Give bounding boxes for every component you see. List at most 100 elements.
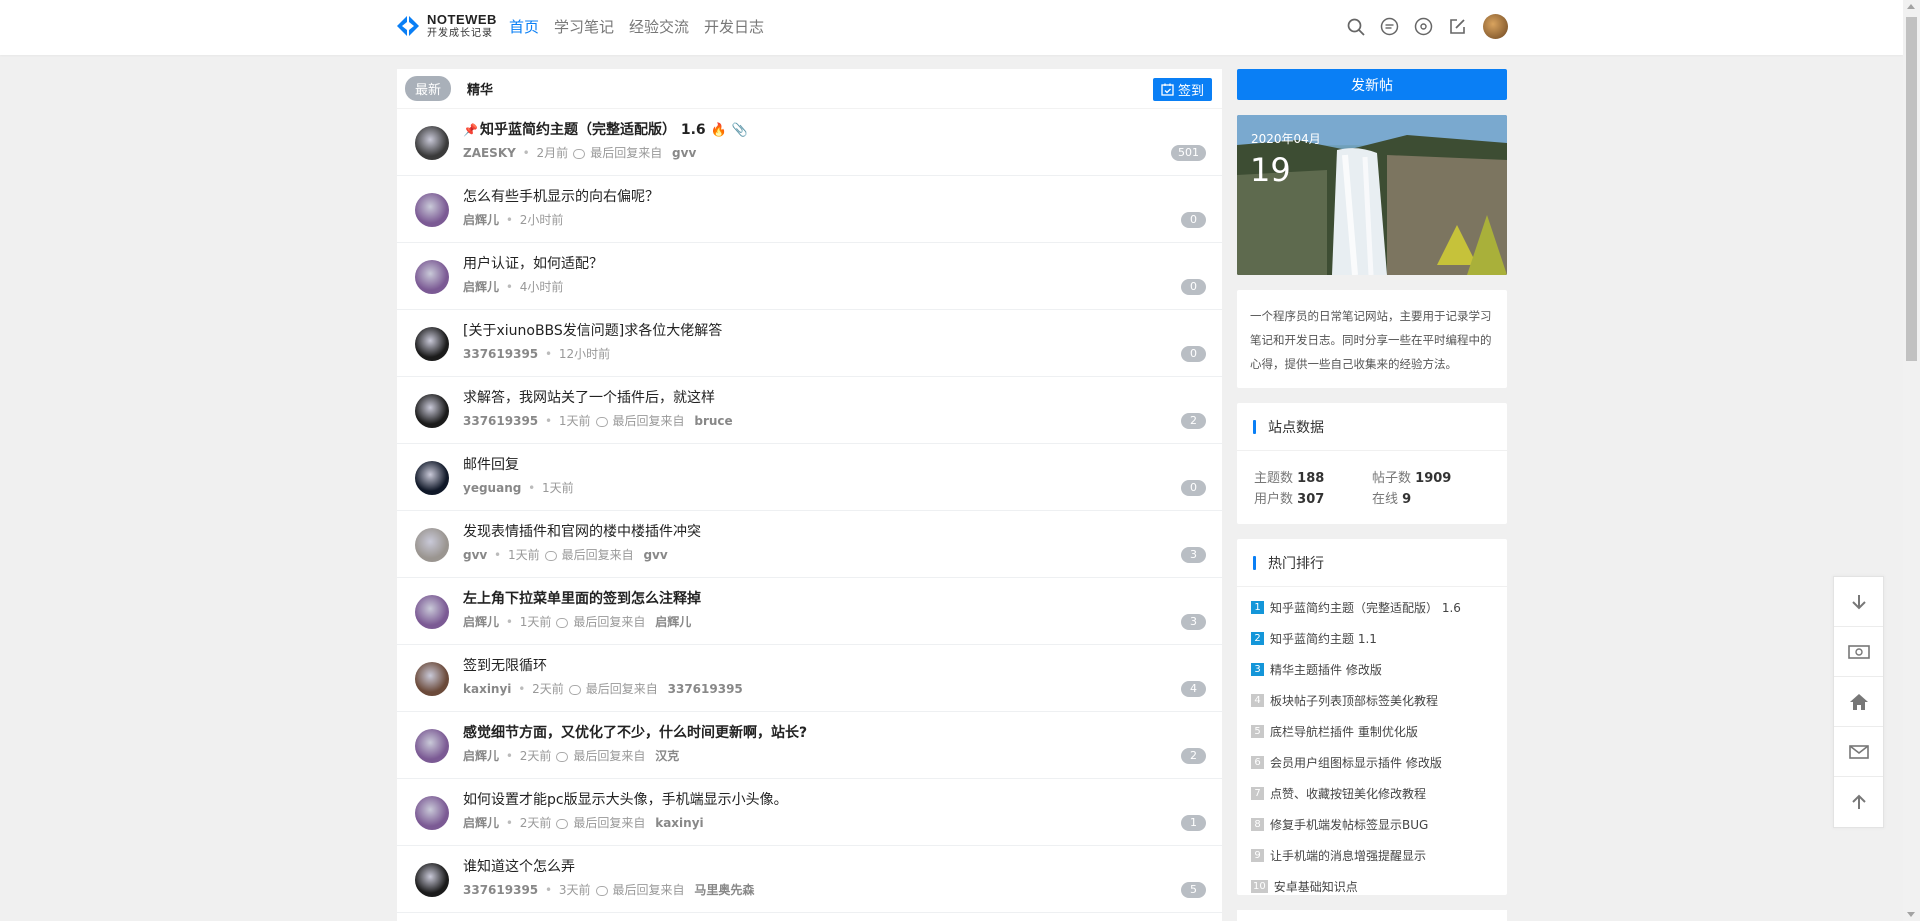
thread-title[interactable]: 签到无限循环 (463, 655, 547, 675)
thread-title[interactable]: 如何设置才能pc版显示大头像，手机端显示小头像。 (463, 789, 788, 809)
thread-row[interactable]: 用户认证，如何适配？ 启辉儿 • 4小时前 0 (397, 243, 1222, 310)
scroll-arrow-down-icon[interactable] (1907, 912, 1915, 917)
mail-icon[interactable] (1834, 727, 1883, 777)
thread-author[interactable]: 337619395 (463, 883, 538, 897)
hot-ranking-card: 热门排行 1 知乎蓝简约主题（完整适配版） 1.6 2 知乎蓝简约主题 1.1 3 精华主… (1237, 539, 1507, 895)
thread-title[interactable]: [关于xiunoBBS发信问题]求各位大佬解答 (463, 320, 722, 340)
reply-bubble-icon (568, 684, 581, 695)
hot-item[interactable]: 9 让手机端的消息增强提醒显示 (1251, 840, 1507, 871)
thread-title[interactable]: 邮件回复 (463, 454, 519, 474)
thread-avatar[interactable] (415, 394, 449, 428)
thread-avatar[interactable] (415, 662, 449, 696)
thread-list: 📌 知乎蓝简约主题（完整适配版） 1.6 🔥 📎 ZAESKY • 2月前 最后回复来… (397, 109, 1222, 913)
thread-avatar[interactable] (415, 126, 449, 160)
thread-avatar[interactable] (415, 595, 449, 629)
hot-item[interactable]: 10 安卓基础知识点 (1251, 871, 1507, 902)
message-icon[interactable] (1379, 16, 1400, 37)
last-reply-user[interactable]: gvv (672, 146, 696, 160)
nav-dev-log[interactable]: 开发日志 (704, 16, 764, 37)
new-post-button[interactable]: 发新帖 (1237, 69, 1507, 100)
home-icon[interactable] (1834, 677, 1883, 727)
thread-row[interactable]: [关于xiunoBBS发信问题]求各位大佬解答 337619395 • 12小时前… (397, 310, 1222, 377)
scroll-down-icon[interactable] (1834, 577, 1883, 627)
user-avatar[interactable] (1483, 14, 1508, 39)
last-reply-user[interactable]: 启辉儿 (655, 613, 691, 630)
compose-icon[interactable] (1447, 16, 1468, 37)
hot-item[interactable]: 6 会员用户组图标显示插件 修改版 (1251, 747, 1507, 778)
thread-avatar[interactable] (415, 327, 449, 361)
thread-row[interactable]: 谁知道这个怎么弄 337619395 • 3天前 最后回复来自 马里奥先森 5 (397, 846, 1222, 913)
thread-title[interactable]: 求解答，我网站关了一个插件后，就这样 (463, 387, 715, 407)
rank-badge: 4 (1251, 694, 1264, 707)
thread-row[interactable]: 邮件回复 yeguang • 1天前 0 (397, 444, 1222, 511)
thread-title[interactable]: 发现表情插件和官网的楼中楼插件冲突 (463, 521, 701, 541)
thread-row[interactable]: 左上角下拉菜单里面的签到怎么注释掉 启辉儿 • 1天前 最后回复来自 启辉儿 3 (397, 578, 1222, 645)
hot-list: 1 知乎蓝简约主题（完整适配版） 1.6 2 知乎蓝简约主题 1.1 3 精华主题插件 修… (1237, 587, 1507, 902)
thread-avatar[interactable] (415, 528, 449, 562)
notification-icon[interactable] (1413, 16, 1434, 37)
thread-avatar[interactable] (415, 193, 449, 227)
thread-author[interactable]: 337619395 (463, 347, 538, 361)
thread-title[interactable]: 感觉细节方面，又优化了不少，什么时间更新啊，站长? (463, 722, 807, 742)
scroll-thumb[interactable] (1906, 17, 1917, 361)
thread-author[interactable]: 启辉儿 (463, 814, 499, 831)
last-reply-user[interactable]: 汉克 (655, 747, 679, 764)
tab-latest[interactable]: 最新 (405, 76, 452, 101)
thread-author[interactable]: 启辉儿 (463, 613, 499, 630)
hot-item[interactable]: 1 知乎蓝简约主题（完整适配版） 1.6 (1251, 592, 1507, 623)
thread-row[interactable]: 如何设置才能pc版显示大头像，手机端显示小头像。 启辉儿 • 2天前 最后回复来自 … (397, 779, 1222, 846)
nav-experience[interactable]: 经验交流 (629, 16, 689, 37)
thread-author[interactable]: 启辉儿 (463, 747, 499, 764)
thread-title[interactable]: 用户认证，如何适配？ (463, 253, 603, 273)
scroll-up-icon[interactable] (1834, 777, 1883, 827)
thread-row[interactable]: 怎么有些手机显示的向右偏呢？ 启辉儿 • 2小时前 0 (397, 176, 1222, 243)
thread-avatar[interactable] (415, 260, 449, 294)
hot-item[interactable]: 3 精华主题插件 修改版 (1251, 654, 1507, 685)
thread-title[interactable]: 📌 知乎蓝简约主题（完整适配版） 1.6 🔥 📎 (463, 119, 748, 139)
thread-avatar[interactable] (415, 729, 449, 763)
hot-item[interactable]: 2 知乎蓝简约主题 1.1 (1251, 623, 1507, 654)
thread-avatar[interactable] (415, 863, 449, 897)
next-card (1237, 910, 1507, 921)
scroll-arrow-up-icon[interactable] (1907, 4, 1915, 9)
thread-author[interactable]: kaxinyi (463, 682, 511, 696)
thread-author[interactable]: 启辉儿 (463, 211, 499, 228)
thread-row[interactable]: 签到无限循环 kaxinyi • 2天前 最后回复来自 337619395 4 (397, 645, 1222, 712)
thread-author[interactable]: 启辉儿 (463, 278, 499, 295)
thread-row[interactable]: 📌 知乎蓝简约主题（完整适配版） 1.6 🔥 📎 ZAESKY • 2月前 最后回复来… (397, 109, 1222, 176)
money-icon[interactable] (1834, 627, 1883, 677)
thread-row[interactable]: 感觉细节方面，又优化了不少，什么时间更新啊，站长? 启辉儿 • 2天前 最后回复来自… (397, 712, 1222, 779)
last-reply-user[interactable]: bruce (694, 414, 732, 428)
thread-avatar[interactable] (415, 461, 449, 495)
hot-item-title: 底栏导航栏插件 重制优化版 (1270, 725, 1418, 739)
logo-title: NOTEWEB (427, 12, 497, 27)
hot-item[interactable]: 8 修复手机端发帖标签显示BUG (1251, 809, 1507, 840)
last-reply-user[interactable]: 马里奥先森 (694, 881, 754, 898)
site-stats-card: 站点数据 主题数 188 帖子数 1909 用户数 307 在线 9 (1237, 403, 1507, 524)
thread-title[interactable]: 左上角下拉菜单里面的签到怎么注释掉 (463, 588, 701, 608)
thread-title[interactable]: 谁知道这个怎么弄 (463, 856, 575, 876)
search-icon[interactable] (1345, 16, 1366, 37)
last-reply-user[interactable]: kaxinyi (655, 816, 703, 830)
page-scrollbar[interactable] (1903, 0, 1920, 921)
hot-item[interactable]: 4 板块帖子列表顶部标签美化教程 (1251, 685, 1507, 716)
thread-row[interactable]: 求解答，我网站关了一个插件后，就这样 337619395 • 1天前 最后回复来自 … (397, 377, 1222, 444)
site-logo[interactable]: NOTEWEB 开发成长记录 (395, 13, 497, 39)
thread-avatar[interactable] (415, 796, 449, 830)
hot-item[interactable]: 5 底栏导航栏插件 重制优化版 (1251, 716, 1507, 747)
last-reply-prefix: 最后回复来自 (585, 682, 658, 696)
tab-featured[interactable]: 精华 (457, 76, 503, 101)
thread-author[interactable]: yeguang (463, 481, 521, 495)
thread-title[interactable]: 怎么有些手机显示的向右偏呢？ (463, 186, 659, 206)
thread-row[interactable]: 发现表情插件和官网的楼中楼插件冲突 gvv • 1天前 最后回复来自 gvv 3 (397, 511, 1222, 578)
thread-tabs: 最新 精华 签到 (397, 69, 1222, 109)
hot-item[interactable]: 7 点赞、收藏按钮美化修改教程 (1251, 778, 1507, 809)
signin-button[interactable]: 签到 (1152, 78, 1212, 101)
last-reply-user[interactable]: gvv (643, 548, 667, 562)
thread-author[interactable]: 337619395 (463, 414, 538, 428)
thread-author[interactable]: ZAESKY (463, 146, 516, 160)
thread-author[interactable]: gvv (463, 548, 487, 562)
last-reply-user[interactable]: 337619395 (668, 682, 743, 696)
nav-study-notes[interactable]: 学习笔记 (554, 16, 614, 37)
nav-home[interactable]: 首页 (509, 16, 539, 37)
